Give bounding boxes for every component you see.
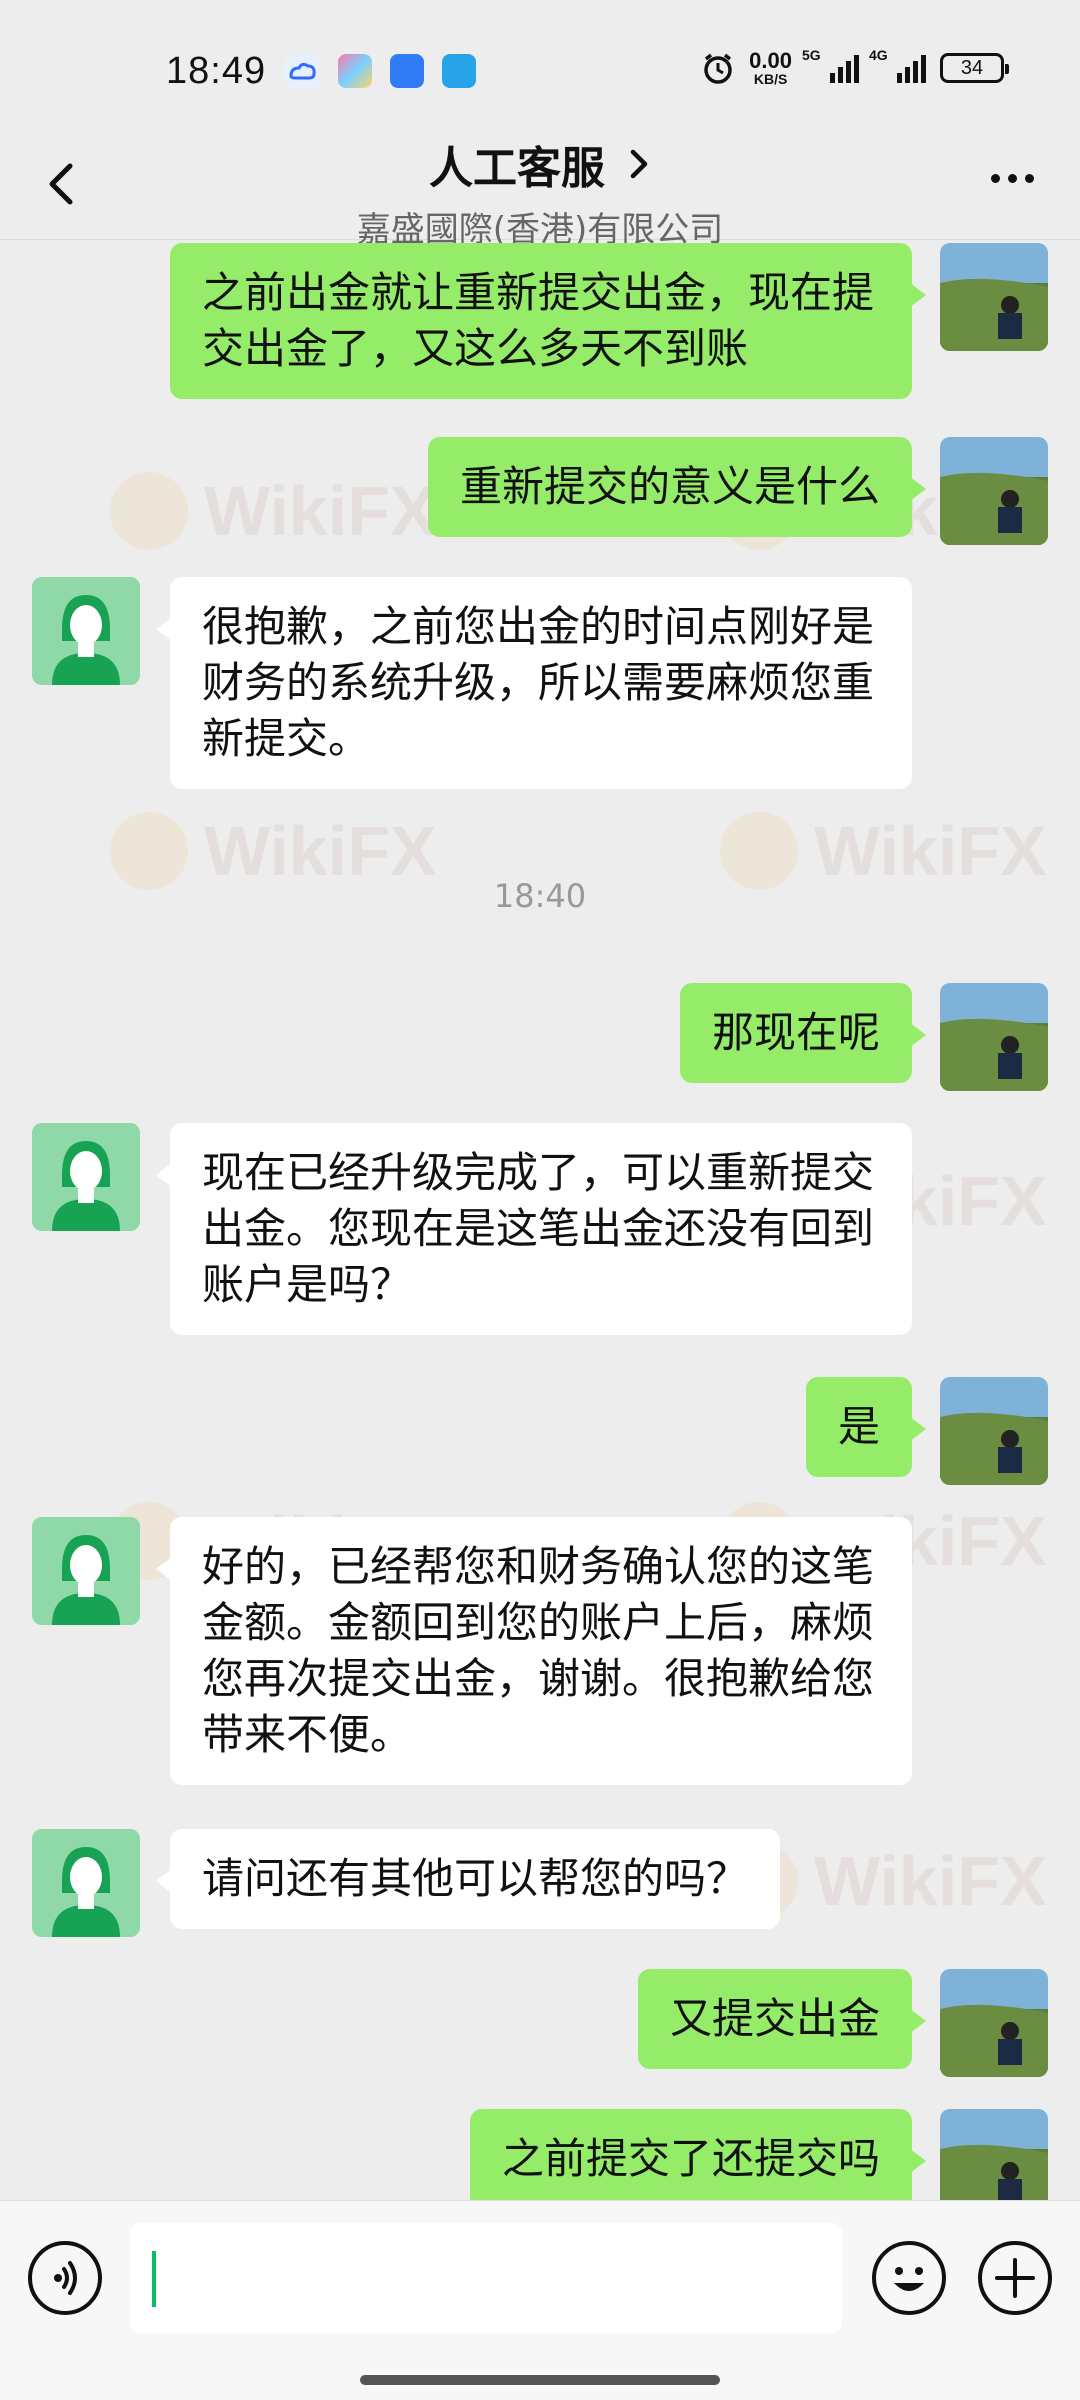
home-indicator[interactable] <box>360 2375 720 2385</box>
news-app-icon <box>442 54 476 88</box>
my-message-bubble[interactable]: 那现在呢 <box>679 983 927 1083</box>
chat-title-text: 人工客服 <box>429 143 605 194</box>
agent-message-bubble[interactable]: 请问还有其他可以帮您的吗？ <box>155 1829 781 1929</box>
message-list[interactable]: WikiFX WikiFX WikiFX WikiFX WikiFX WikiF… <box>0 241 1080 2201</box>
status-bar: 18:49 0.00 KB/S 5G 4G 34 <box>0 0 1080 130</box>
watermark: WikiFX <box>110 471 437 551</box>
photos-app-icon <box>338 54 372 88</box>
message-input[interactable] <box>130 2223 842 2333</box>
agent-message-bubble[interactable]: 现在已经升级完成了，可以重新提交出金。您现在是这笔出金还没有回到账户是吗？ <box>156 1123 912 1335</box>
emoji-icon <box>894 2267 924 2291</box>
my-avatar[interactable] <box>940 2109 1048 2201</box>
agent-avatar-icon <box>32 577 140 685</box>
emoji-button[interactable] <box>872 2241 946 2315</box>
my-avatar[interactable] <box>940 437 1048 545</box>
agent-message-bubble[interactable]: 很抱歉，之前您出金的时间点刚好是财务的系统升级，所以需要麻烦您重新提交。 <box>156 577 912 789</box>
more-dot-icon <box>990 173 1000 183</box>
voice-input-button[interactable] <box>28 2241 102 2315</box>
agent-avatar[interactable] <box>32 1829 140 1937</box>
chat-title[interactable]: 人工客服 <box>429 132 651 196</box>
battery-indicator: 34 <box>940 53 1009 83</box>
agent-avatar-icon <box>32 1517 140 1625</box>
more-functions-button[interactable] <box>978 2241 1052 2315</box>
signal-5g-icon: 5G <box>802 47 859 83</box>
input-bar <box>0 2200 1080 2400</box>
my-message-bubble[interactable]: 之前出金就让重新提交出金，现在提交出金了，又这么多天不到账 <box>170 243 926 399</box>
feather-app-icon <box>390 54 424 88</box>
my-avatar[interactable] <box>940 983 1048 1091</box>
plus-icon <box>995 2258 1035 2298</box>
agent-avatar[interactable] <box>32 1517 140 1625</box>
agent-avatar-icon <box>32 1829 140 1937</box>
chevron-right-icon <box>630 149 648 179</box>
status-time: 18:49 <box>166 50 267 92</box>
agent-avatar-icon <box>32 1123 140 1231</box>
my-message-bubble[interactable]: 又提交出金 <box>637 1969 927 2069</box>
more-dot-icon <box>1007 173 1017 183</box>
voice-icon <box>54 2261 77 2295</box>
my-avatar[interactable] <box>940 243 1048 351</box>
my-message-bubble[interactable]: 重新提交的意义是什么 <box>427 437 927 537</box>
agent-message-bubble[interactable]: 好的，已经帮您和财务确认您的这笔金额。金额回到您的账户上后，麻烦您再次提交出金，… <box>156 1517 912 1785</box>
agent-avatar[interactable] <box>32 1123 140 1231</box>
my-message-bubble[interactable]: 之前提交了还提交吗 <box>469 2109 927 2201</box>
chat-header: 人工客服 嘉盛國際(香港)有限公司 <box>0 130 1080 250</box>
my-avatar[interactable] <box>940 1969 1048 2077</box>
more-options-button[interactable] <box>982 168 1042 188</box>
my-message-bubble[interactable]: 是 <box>805 1377 927 1477</box>
timestamp: 18:40 <box>493 877 587 915</box>
my-avatar[interactable] <box>940 1377 1048 1485</box>
alarm-icon <box>704 53 732 84</box>
cloud-app-icon <box>285 54 319 88</box>
agent-avatar[interactable] <box>32 577 140 685</box>
network-speed: 0.00 KB/S <box>749 48 792 87</box>
signal-4g-icon: 4G <box>869 47 926 83</box>
text-cursor <box>152 2251 156 2307</box>
more-dot-icon <box>1024 173 1034 183</box>
